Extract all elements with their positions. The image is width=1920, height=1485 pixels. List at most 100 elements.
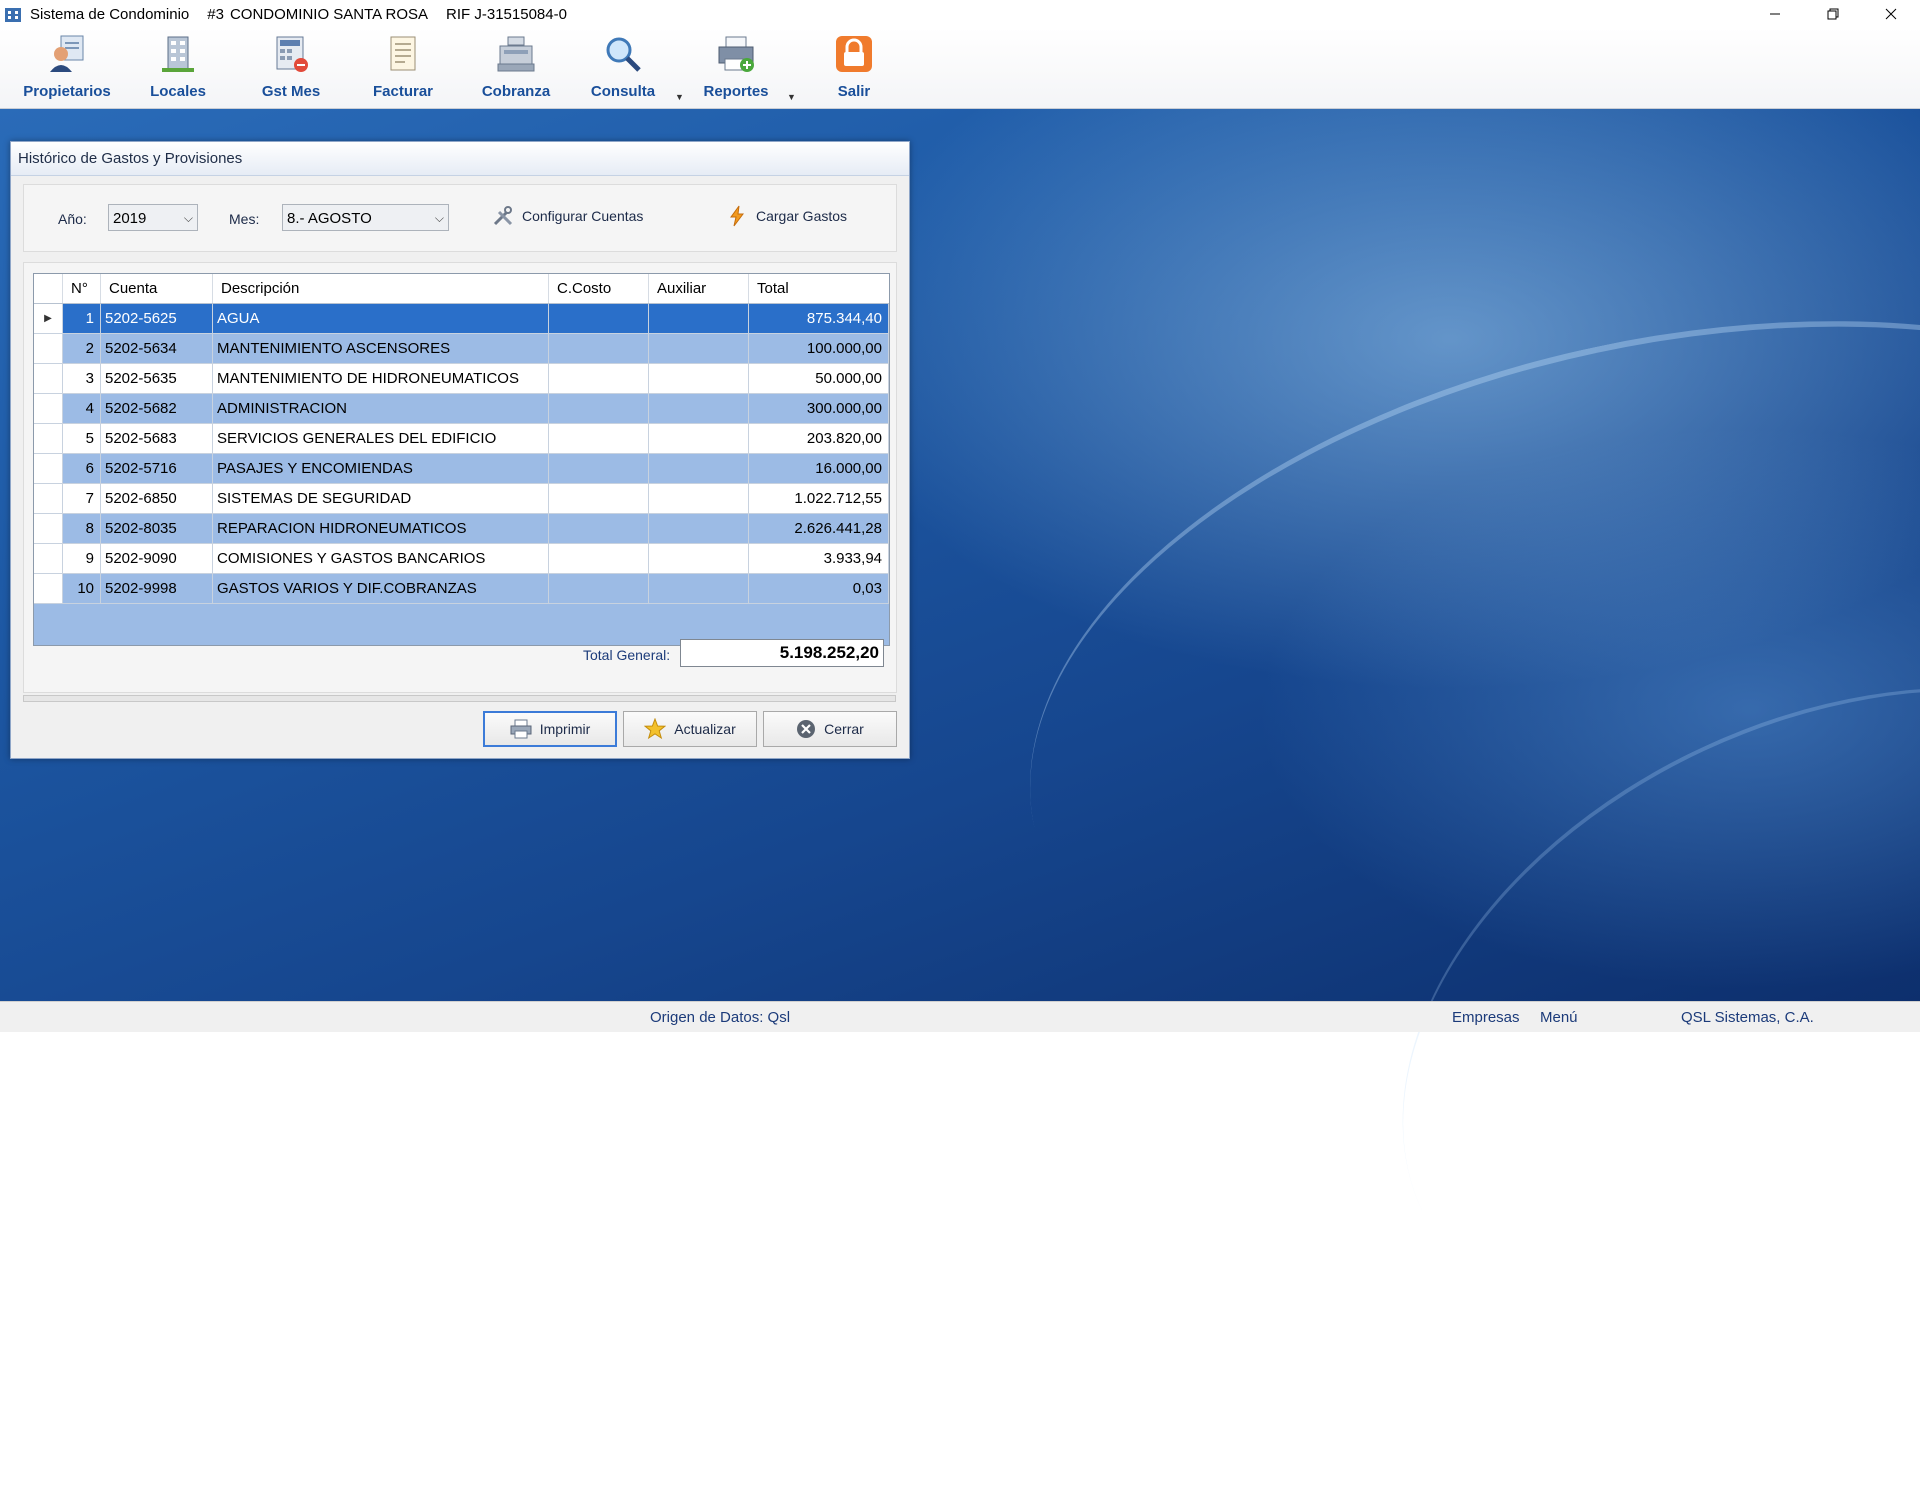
cost-center[interactable]: [549, 364, 649, 394]
account-description[interactable]: PASAJES Y ENCOMIENDAS: [213, 454, 549, 484]
row-selector[interactable]: [34, 364, 63, 394]
row-number[interactable]: 8: [63, 514, 101, 544]
cost-center[interactable]: [549, 514, 649, 544]
account-description[interactable]: REPARACION HIDRONEUMATICOS: [213, 514, 549, 544]
close-button[interactable]: Cerrar: [763, 711, 897, 747]
cost-center[interactable]: [549, 484, 649, 514]
row-selector[interactable]: ▶: [34, 304, 63, 334]
toolbar-facturar[interactable]: Facturar: [353, 32, 453, 102]
row-total[interactable]: 3.933,94: [749, 544, 889, 574]
load-expenses-button[interactable]: Cargar Gastos: [726, 205, 847, 227]
row-total[interactable]: 2.626.441,28: [749, 514, 889, 544]
table-row[interactable]: 6 5202-5716 PASAJES Y ENCOMIENDAS 16.000,00: [34, 454, 889, 484]
account-code[interactable]: 5202-5682: [101, 394, 213, 424]
account-code[interactable]: 5202-5716: [101, 454, 213, 484]
table-row[interactable]: 8 5202-8035 REPARACION HIDRONEUMATICOS 2.62…: [34, 514, 889, 544]
toolbar-reportes[interactable]: Reportes: [686, 32, 786, 102]
configure-accounts-button[interactable]: Configurar Cuentas: [492, 205, 643, 227]
row-number[interactable]: 9: [63, 544, 101, 574]
empresas-link[interactable]: Empresas: [1452, 1009, 1520, 1026]
row-selector[interactable]: [34, 334, 63, 364]
account-description[interactable]: AGUA: [213, 304, 549, 334]
row-total[interactable]: 1.022.712,55: [749, 484, 889, 514]
table-row[interactable]: 10 5202-9998 GASTOS VARIOS Y DIF.COBRANZAS…: [34, 574, 889, 604]
account-code[interactable]: 5202-9998: [101, 574, 213, 604]
column-header-n[interactable]: N°: [63, 274, 101, 303]
row-number[interactable]: 1: [63, 304, 101, 334]
row-number[interactable]: 4: [63, 394, 101, 424]
row-selector[interactable]: [34, 394, 63, 424]
cost-center[interactable]: [549, 454, 649, 484]
table-row[interactable]: 2 5202-5634 MANTENIMIENTO ASCENSORES 100.00…: [34, 334, 889, 364]
account-description[interactable]: MANTENIMIENTO DE HIDRONEUMATICOS: [213, 364, 549, 394]
toolbar-propietarios[interactable]: Propietarios: [17, 32, 117, 102]
row-number[interactable]: 3: [63, 364, 101, 394]
table-row[interactable]: 9 5202-9090 COMISIONES Y GASTOS BANCARIOS 3…: [34, 544, 889, 574]
account-code[interactable]: 5202-6850: [101, 484, 213, 514]
consulta-dropdown-icon[interactable]: ▼: [675, 92, 684, 102]
auxiliary[interactable]: [649, 484, 749, 514]
month-select[interactable]: 8.- AGOSTO ⌵: [282, 204, 449, 231]
account-code[interactable]: 5202-5635: [101, 364, 213, 394]
row-total[interactable]: 50.000,00: [749, 364, 889, 394]
account-code[interactable]: 5202-5683: [101, 424, 213, 454]
table-row[interactable]: ▶ 1 5202-5625 AGUA 875.344,40: [34, 304, 889, 334]
table-row[interactable]: 5 5202-5683 SERVICIOS GENERALES DEL EDIFIC…: [34, 424, 889, 454]
cost-center[interactable]: [549, 394, 649, 424]
column-header-cuenta[interactable]: Cuenta: [101, 274, 213, 303]
restore-button[interactable]: [1804, 0, 1862, 28]
cost-center[interactable]: [549, 304, 649, 334]
print-button[interactable]: Imprimir: [483, 711, 617, 747]
account-code[interactable]: 5202-8035: [101, 514, 213, 544]
auxiliary[interactable]: [649, 574, 749, 604]
row-total[interactable]: 16.000,00: [749, 454, 889, 484]
auxiliary[interactable]: [649, 394, 749, 424]
account-description[interactable]: MANTENIMIENTO ASCENSORES: [213, 334, 549, 364]
row-number[interactable]: 10: [63, 574, 101, 604]
toolbar-salir[interactable]: Salir: [804, 32, 904, 102]
row-total[interactable]: 0,03: [749, 574, 889, 604]
account-description[interactable]: GASTOS VARIOS Y DIF.COBRANZAS: [213, 574, 549, 604]
auxiliary[interactable]: [649, 304, 749, 334]
account-description[interactable]: SISTEMAS DE SEGURIDAD: [213, 484, 549, 514]
row-total[interactable]: 300.000,00: [749, 394, 889, 424]
year-select[interactable]: 2019 ⌵: [108, 204, 198, 231]
auxiliary[interactable]: [649, 334, 749, 364]
row-number[interactable]: 6: [63, 454, 101, 484]
toolbar-cobranza[interactable]: Cobranza: [466, 32, 566, 102]
row-total[interactable]: 203.820,00: [749, 424, 889, 454]
account-description[interactable]: SERVICIOS GENERALES DEL EDIFICIO: [213, 424, 549, 454]
row-selector[interactable]: [34, 514, 63, 544]
expenses-grid[interactable]: N° Cuenta Descripción C.Costo Auxiliar T…: [33, 273, 890, 646]
table-row[interactable]: 3 5202-5635 MANTENIMIENTO DE HIDRONEUMATIC…: [34, 364, 889, 394]
refresh-button[interactable]: Actualizar: [623, 711, 757, 747]
auxiliary[interactable]: [649, 424, 749, 454]
cost-center[interactable]: [549, 334, 649, 364]
auxiliary[interactable]: [649, 364, 749, 394]
reportes-dropdown-icon[interactable]: ▼: [787, 92, 796, 102]
row-total[interactable]: 100.000,00: [749, 334, 889, 364]
row-selector[interactable]: [34, 574, 63, 604]
table-row[interactable]: 7 5202-6850 SISTEMAS DE SEGURIDAD 1.022.712…: [34, 484, 889, 514]
column-header-descripcion[interactable]: Descripción: [213, 274, 549, 303]
toolbar-consulta[interactable]: Consulta: [573, 32, 673, 102]
row-selector[interactable]: [34, 484, 63, 514]
row-selector[interactable]: [34, 454, 63, 484]
auxiliary[interactable]: [649, 544, 749, 574]
column-header-ccosto[interactable]: C.Costo: [549, 274, 649, 303]
account-code[interactable]: 5202-9090: [101, 544, 213, 574]
row-total[interactable]: 875.344,40: [749, 304, 889, 334]
cost-center[interactable]: [549, 574, 649, 604]
close-window-button[interactable]: [1862, 0, 1920, 28]
account-description[interactable]: ADMINISTRACION: [213, 394, 549, 424]
account-code[interactable]: 5202-5625: [101, 304, 213, 334]
menu-link[interactable]: Menú: [1540, 1009, 1578, 1026]
row-number[interactable]: 7: [63, 484, 101, 514]
row-number[interactable]: 5: [63, 424, 101, 454]
column-header-total[interactable]: Total: [749, 274, 889, 303]
minimize-button[interactable]: [1746, 0, 1804, 28]
auxiliary[interactable]: [649, 514, 749, 544]
row-selector[interactable]: [34, 544, 63, 574]
account-description[interactable]: COMISIONES Y GASTOS BANCARIOS: [213, 544, 549, 574]
cost-center[interactable]: [549, 424, 649, 454]
